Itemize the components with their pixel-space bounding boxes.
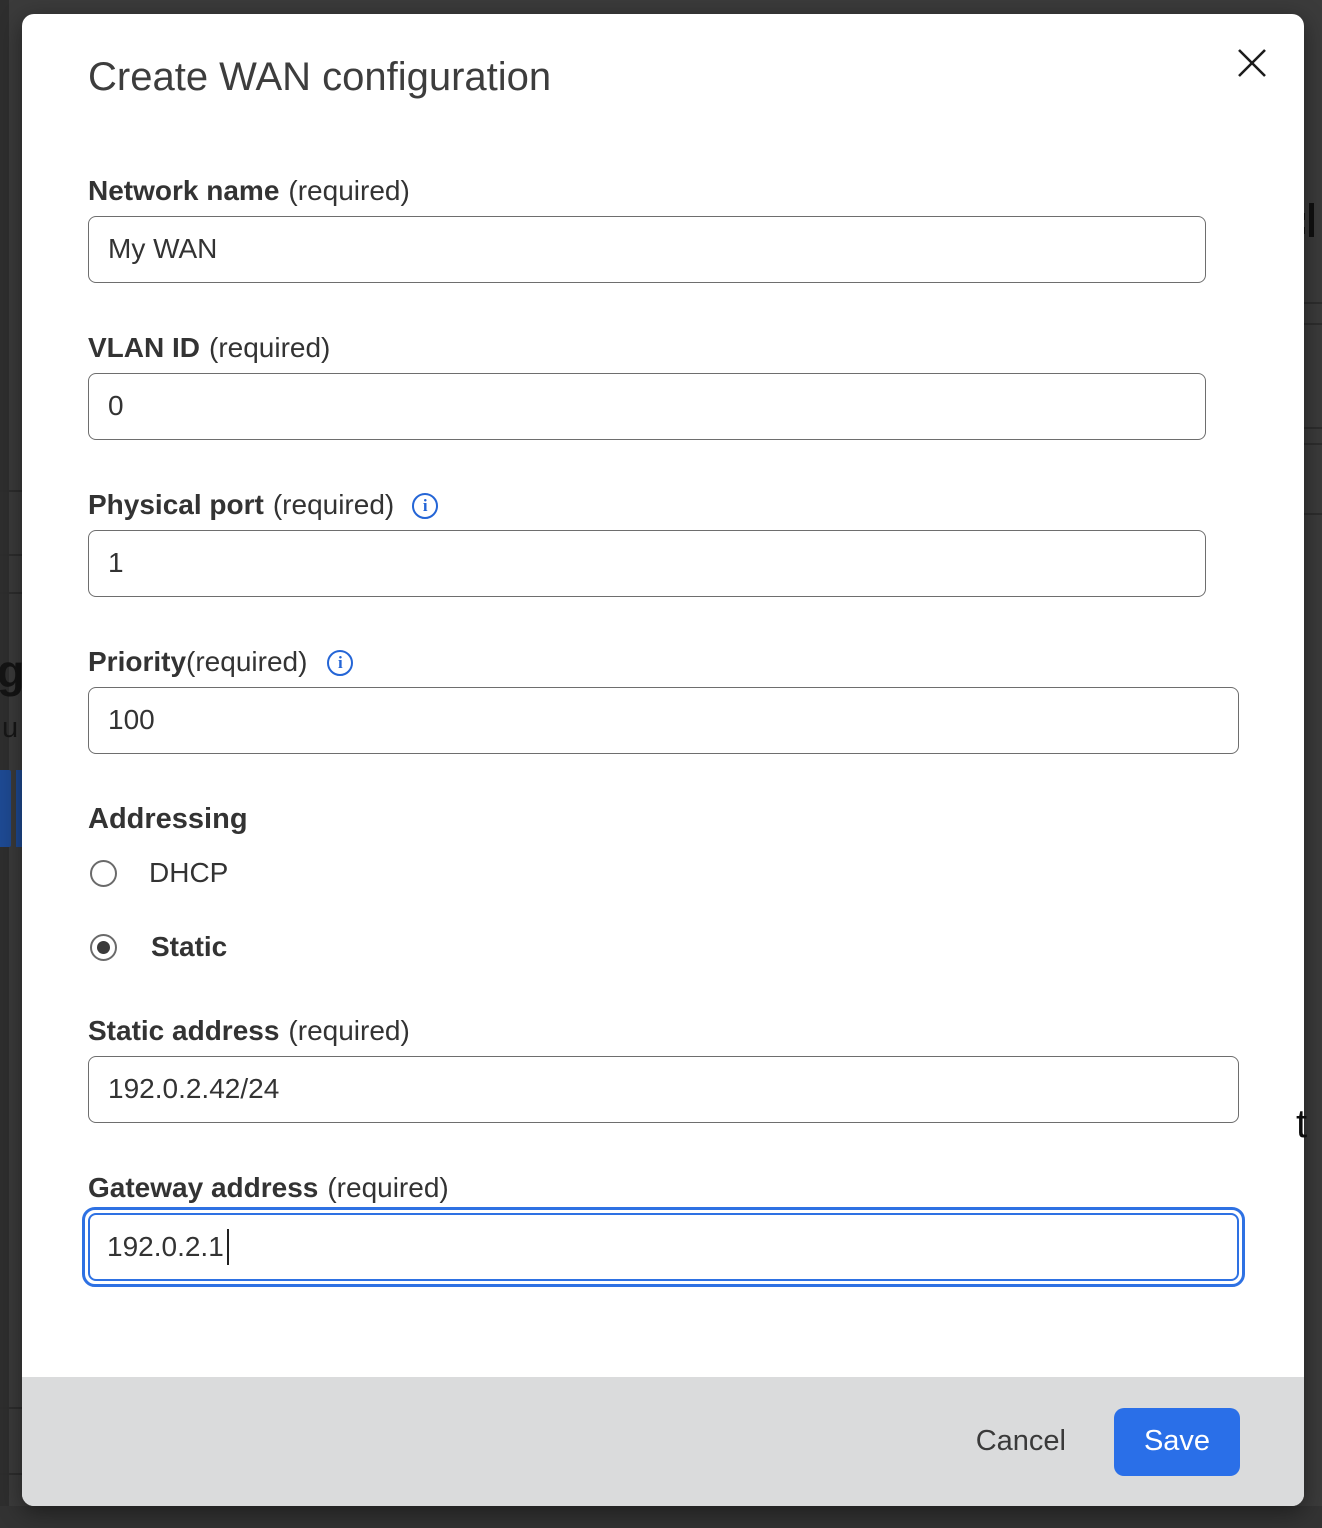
radio-option-dhcp[interactable]: DHCP — [90, 857, 228, 889]
radio-label-dhcp: DHCP — [149, 857, 228, 889]
physical-port-input[interactable]: 1 — [88, 530, 1206, 597]
gateway-address-label: Gateway address (required) — [88, 1171, 449, 1205]
background-table-line — [0, 490, 22, 492]
background-table-line — [1304, 427, 1322, 429]
radio-button-unselected[interactable] — [90, 860, 117, 887]
required-hint: (required) — [273, 488, 394, 522]
vlan-id-label-text: VLAN ID — [88, 331, 200, 365]
required-hint: (required) — [209, 331, 330, 365]
background-text-fragment: t — [1296, 1102, 1307, 1147]
priority-label: Priority (required) i — [88, 645, 353, 679]
required-hint: (required) — [288, 1014, 409, 1048]
gateway-address-input[interactable]: 192.0.2.1 — [88, 1213, 1239, 1281]
physical-port-label-text: Physical port — [88, 488, 264, 522]
background-button-fragment — [0, 770, 11, 847]
radio-button-selected[interactable] — [90, 934, 117, 961]
background-table-line — [1304, 323, 1322, 325]
background-table-line — [1304, 302, 1322, 304]
background-bottom-band — [0, 1506, 1322, 1528]
addressing-heading: Addressing — [88, 802, 248, 836]
info-icon[interactable]: i — [412, 493, 438, 519]
radio-option-static[interactable]: Static — [90, 931, 227, 963]
text-cursor — [227, 1229, 229, 1265]
background-table-line — [1304, 443, 1322, 445]
radio-label-static: Static — [151, 931, 227, 963]
background-text-fragment: u — [2, 712, 18, 745]
static-address-label-text: Static address — [88, 1014, 279, 1048]
background-text-fragment — [1309, 203, 1314, 237]
background-table-line — [1304, 513, 1322, 515]
vlan-id-label: VLAN ID (required) — [88, 331, 330, 365]
background-table-line — [0, 554, 22, 556]
vlan-id-input[interactable]: 0 — [88, 373, 1206, 440]
network-name-label-text: Network name — [88, 174, 279, 208]
static-address-label: Static address (required) — [88, 1014, 410, 1048]
info-icon[interactable]: i — [327, 650, 353, 676]
network-name-label: Network name (required) — [88, 174, 410, 208]
background-table-line — [0, 592, 22, 594]
close-button[interactable] — [1228, 40, 1276, 88]
static-address-input[interactable]: 192.0.2.42/24 — [88, 1056, 1239, 1123]
save-button[interactable]: Save — [1114, 1408, 1240, 1476]
background-left-edge — [0, 0, 9, 1528]
priority-label-text: Priority — [88, 645, 186, 679]
create-wan-configuration-dialog: Create WAN configuration Network name (r… — [22, 14, 1304, 1506]
cancel-button[interactable]: Cancel — [976, 1425, 1066, 1458]
background-table-line — [0, 1473, 22, 1475]
network-name-input[interactable]: My WAN — [88, 216, 1206, 283]
dialog-footer: Cancel Save — [22, 1377, 1304, 1506]
close-icon — [1235, 46, 1269, 83]
required-hint: (required) — [288, 174, 409, 208]
physical-port-label: Physical port (required) i — [88, 488, 438, 522]
required-hint: (required) — [186, 645, 307, 679]
gateway-address-focus-ring: 192.0.2.1 — [82, 1207, 1245, 1287]
dialog-title: Create WAN configuration — [88, 52, 551, 102]
priority-input[interactable]: 100 — [88, 687, 1239, 754]
gateway-address-value: 192.0.2.1 — [107, 1216, 224, 1278]
gateway-address-label-text: Gateway address — [88, 1171, 318, 1205]
background-table-line — [0, 1407, 22, 1409]
required-hint: (required) — [327, 1171, 448, 1205]
